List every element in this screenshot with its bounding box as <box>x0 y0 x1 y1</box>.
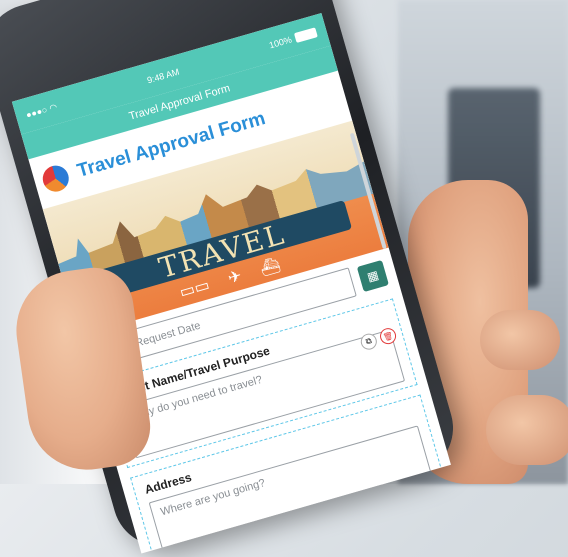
logo-globe-icon <box>39 162 72 195</box>
delete-icon[interactable]: 🗑 <box>378 326 398 347</box>
plane-icon: ✈ <box>226 267 244 288</box>
battery-icon <box>293 27 318 43</box>
hand-finger <box>480 310 560 370</box>
status-time: 9:48 AM <box>145 66 181 86</box>
calendar-icon[interactable]: ▦ <box>356 259 389 293</box>
battery-percent: 100% <box>267 34 293 51</box>
ship-icon: ⛴ <box>258 256 283 279</box>
battery-status: 100% <box>268 27 318 50</box>
wifi-icon: ●●●○ ◠ <box>24 101 59 120</box>
hand-finger <box>486 395 568 465</box>
